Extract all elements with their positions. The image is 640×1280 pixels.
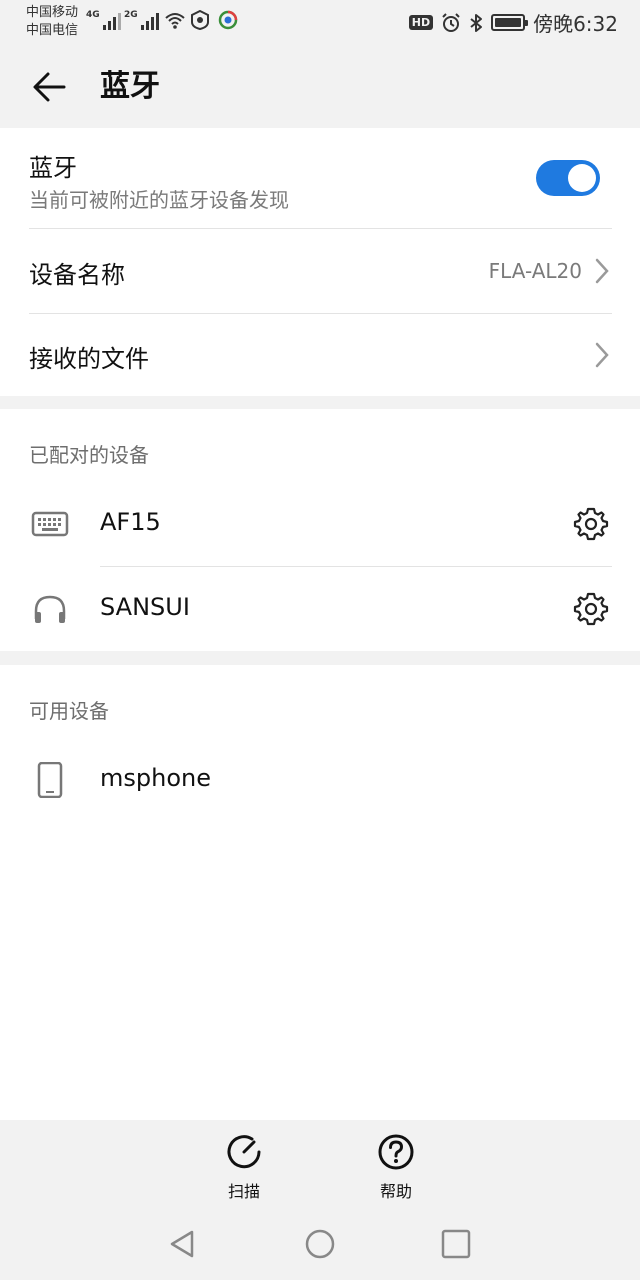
bluetooth-settings-card: 蓝牙 当前可被附近的蓝牙设备发现 设备名称 FLA-AL20 接收的文件 [0,128,640,396]
available-section-title: 可用设备 [29,699,109,723]
chevron-right-icon [595,342,609,368]
app-notification-icon [218,10,238,30]
keyboard-icon [31,511,69,537]
scan-icon [227,1135,261,1169]
paired-devices-card: 已配对的设备 AF15 SANSUI [0,409,640,651]
device-name: SANSUI [100,593,190,621]
device-name-row[interactable]: 设备名称 FLA-AL20 [0,229,640,313]
headphones-icon [34,595,66,623]
signal-1-icon: 4G [86,10,121,30]
back-arrow-icon[interactable] [28,66,70,108]
scan-label: 扫描 [227,1182,260,1201]
chevron-right-icon [595,258,609,284]
bluetooth-status-icon [470,13,483,32]
gear-icon[interactable] [573,591,609,627]
bluetooth-toggle[interactable] [536,160,600,196]
help-label: 帮助 [379,1182,412,1201]
bluetooth-subtitle: 当前可被附近的蓝牙设备发现 [29,188,289,212]
battery-icon [491,14,529,31]
hd-icon: HD [408,15,434,30]
bluetooth-label: 蓝牙 [29,154,77,182]
nav-back-icon[interactable] [166,1228,198,1260]
nav-home-icon[interactable] [304,1228,336,1260]
gear-icon[interactable] [573,506,609,542]
nav-recents-icon[interactable] [440,1228,472,1260]
paired-device-row[interactable]: AF15 [0,482,640,566]
page-title: 蓝牙 [100,69,160,104]
scan-button[interactable]: 扫描 [204,1132,284,1202]
status-bar: 中国移动 中国电信 4G 2G HD 傍晚6:32 [0,0,640,44]
wifi-icon [165,13,185,29]
received-files-label: 接收的文件 [29,345,149,373]
shield-app-icon [191,10,209,30]
network-type-2: 2G [124,10,138,20]
available-devices-card: 可用设备 msphone [0,665,640,1120]
carrier-1: 中国移动 [26,5,79,20]
alarm-icon [442,12,460,32]
device-name-label: 设备名称 [29,261,125,289]
bottom-action-bar: 扫描 帮助 [0,1120,640,1210]
app-bar: 蓝牙 [0,44,640,128]
phone-icon [37,762,63,798]
carrier-info: 中国移动 中国电信 [26,4,78,40]
toggle-knob [568,164,596,192]
device-name: AF15 [100,508,161,536]
paired-device-row[interactable]: SANSUI [0,567,640,651]
bluetooth-toggle-row: 蓝牙 当前可被附近的蓝牙设备发现 [0,128,640,228]
help-button[interactable]: 帮助 [356,1132,436,1202]
network-type-1: 4G [86,10,100,20]
available-device-row[interactable]: msphone [0,738,640,822]
paired-section-title: 已配对的设备 [29,443,149,467]
device-name: msphone [100,764,211,792]
status-time: 傍晚6:32 [533,12,618,36]
navigation-bar [0,1210,640,1280]
received-files-row[interactable]: 接收的文件 [0,313,640,397]
help-icon [378,1134,414,1170]
device-name-value: FLA-AL20 [488,259,582,283]
signal-2-icon: 2G [124,10,159,30]
carrier-2: 中国电信 [26,23,79,38]
